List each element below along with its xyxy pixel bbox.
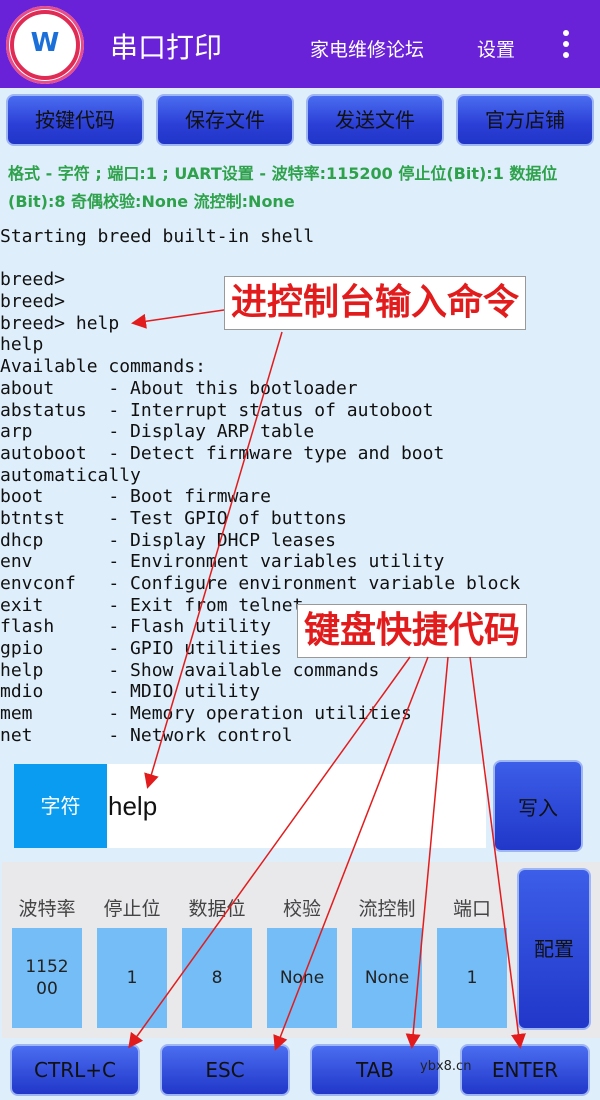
settings-link[interactable]: 设置 — [477, 35, 515, 62]
write-button[interactable]: 写入 — [493, 760, 583, 852]
forum-link[interactable]: 家电维修论坛 — [310, 35, 424, 62]
console-line: Starting breed built-in shell — [0, 226, 315, 247]
setting-value-baud[interactable]: 115200 — [12, 928, 82, 1028]
format-info: 格式 - 字符 ; 端口:1 ; UART设置 - 波特率:115200 停止位… — [8, 164, 558, 211]
console-line: mem - Memory operation utilities — [0, 703, 412, 725]
console-line: envconf - Configure environment variable… — [0, 573, 521, 594]
console-line: dhcp - Display DHCP leases — [0, 529, 336, 551]
app-bar: W 串口打印 家电维修论坛 设置 — [0, 0, 600, 88]
console-line: autoboot - Detect firmware type and boot — [0, 442, 445, 464]
console-line: btntst - Test GPIO of buttons — [0, 507, 347, 529]
console-line: net - Network control — [0, 724, 293, 746]
app-logo: W — [6, 6, 84, 84]
setting-label: 校验 — [282, 898, 321, 920]
keys-annotation: 键盘快捷代码 — [297, 604, 528, 658]
app-title: 串口打印 — [110, 31, 223, 64]
console-line: env - Environment variables utility — [0, 551, 445, 573]
setting-label: 端口 — [452, 898, 491, 920]
setting-value-port[interactable]: 1 — [437, 928, 507, 1028]
setting-value-data[interactable]: 8 — [182, 928, 252, 1028]
setting-label: 流控制 — [358, 898, 416, 920]
setting-label: 波特率 — [18, 898, 76, 920]
official-store-button[interactable]: 官方店铺 — [456, 94, 594, 146]
esc-button[interactable]: ESC — [160, 1044, 290, 1096]
send-file-button[interactable]: 发送文件 — [306, 94, 444, 146]
console-line: abstatus - Interrupt status of autoboot — [0, 399, 434, 421]
enter-button[interactable]: ENTER — [460, 1044, 590, 1096]
console-line: help - Show available commands — [0, 659, 380, 681]
config-button[interactable]: 配置 — [517, 868, 591, 1030]
command-input-row: 字符 — [14, 764, 486, 848]
console-line: arp - Display ARP table — [0, 421, 315, 443]
save-file-button[interactable]: 保存文件 — [156, 94, 294, 146]
console-line: automatically — [0, 464, 141, 486]
serial-settings-panel: 波特率 115200 停止位 1 数据位 8 校验 None 流控制 None … — [2, 862, 600, 1038]
watermark: ybx8.cn — [420, 1059, 472, 1074]
console-line: help — [0, 334, 44, 356]
setting-value-stop[interactable]: 1 — [97, 928, 167, 1028]
setting-label: 数据位 — [188, 898, 246, 920]
logo-mark: W — [30, 28, 60, 58]
console-line: about - About this bootloader — [0, 377, 358, 399]
ctrl-c-button[interactable]: CTRL+C — [10, 1044, 140, 1096]
console-annotation: 进控制台输入命令 — [224, 276, 527, 330]
console-line: boot - Boot firmware — [0, 486, 271, 508]
key-code-button[interactable]: 按键代码 — [6, 94, 144, 146]
command-input[interactable] — [108, 776, 478, 836]
setting-value-flow[interactable]: None — [352, 928, 422, 1028]
setting-label: 停止位 — [103, 898, 161, 920]
console-line: Available commands: — [0, 356, 206, 378]
setting-value-parity[interactable]: None — [267, 928, 337, 1028]
console-line: mdio - MDIO utility — [0, 681, 261, 703]
input-mode-label[interactable]: 字符 — [14, 764, 107, 848]
more-vert-icon[interactable] — [556, 30, 576, 60]
